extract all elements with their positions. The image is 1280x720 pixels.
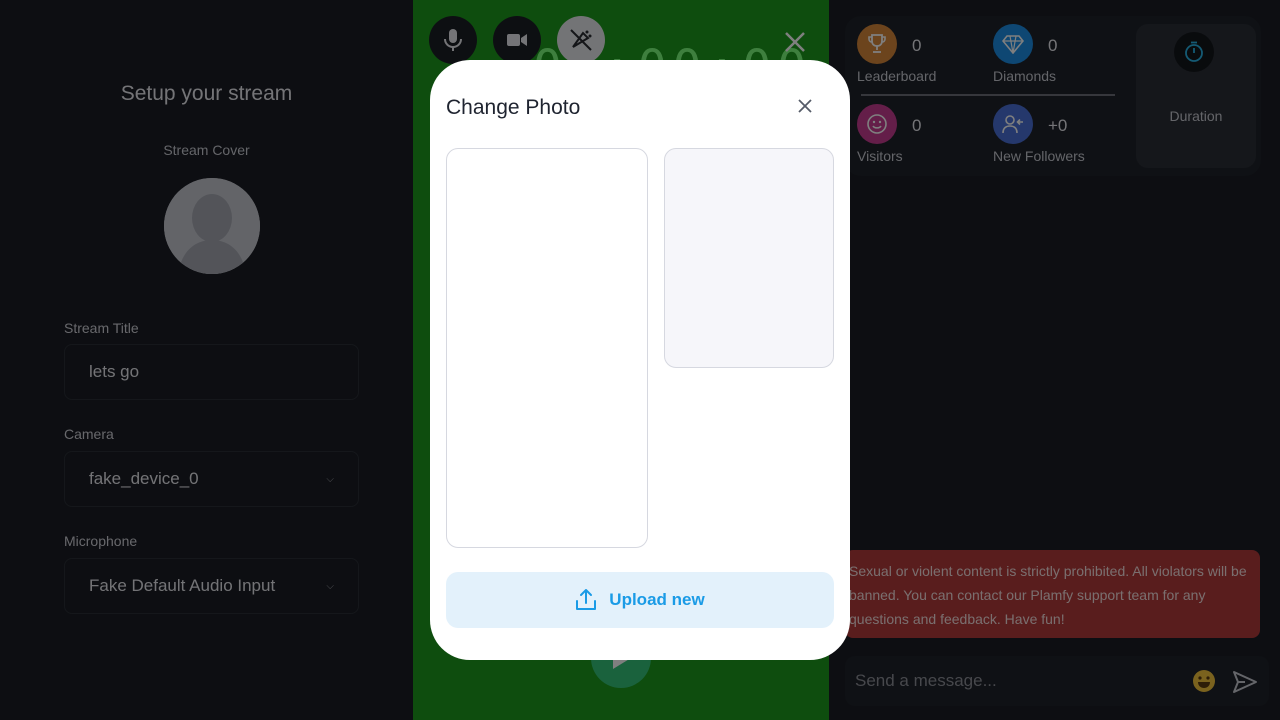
close-icon (798, 99, 812, 113)
photo-preview (664, 148, 834, 368)
upload-new-label: Upload new (609, 590, 705, 609)
modal-close-button[interactable] (792, 93, 818, 119)
modal-title: Change Photo (446, 96, 581, 119)
change-photo-modal: Change Photo Upload new (430, 60, 850, 660)
upload-new-button[interactable]: Upload new (446, 572, 834, 628)
upload-icon (576, 589, 597, 610)
photo-crop-area[interactable] (446, 148, 648, 548)
